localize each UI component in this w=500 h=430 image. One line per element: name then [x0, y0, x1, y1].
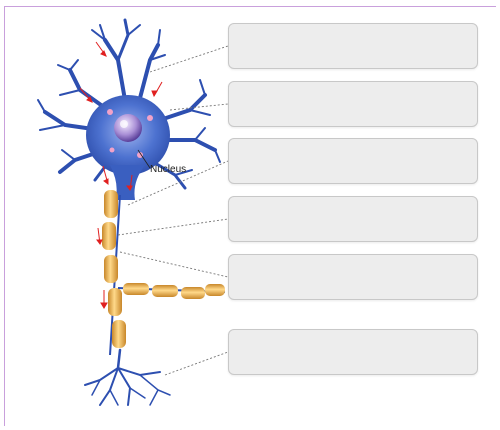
drop-zone-5[interactable] [228, 254, 478, 300]
myelin-sheath [205, 284, 225, 296]
drop-zone-4[interactable] [228, 196, 478, 242]
myelin-sheath [112, 320, 126, 348]
nucleus [114, 114, 142, 142]
leader-lines [117, 45, 229, 376]
myelin-sheath [123, 283, 149, 295]
axon-terminals [84, 348, 171, 406]
nucleus-label: Nucleus [150, 164, 186, 175]
drop-zone-2[interactable] [228, 81, 478, 127]
myelin-sheath [108, 288, 122, 316]
drop-zone-1[interactable] [228, 23, 478, 69]
myelin-sheath [181, 287, 205, 299]
drop-zone-6[interactable] [228, 329, 478, 375]
myelin-sheath [152, 285, 178, 297]
myelin-sheath [102, 222, 116, 250]
drop-zone-3[interactable] [228, 138, 478, 184]
myelin-sheath [104, 190, 118, 218]
myelin-sheath [104, 255, 118, 283]
axon [102, 190, 226, 356]
